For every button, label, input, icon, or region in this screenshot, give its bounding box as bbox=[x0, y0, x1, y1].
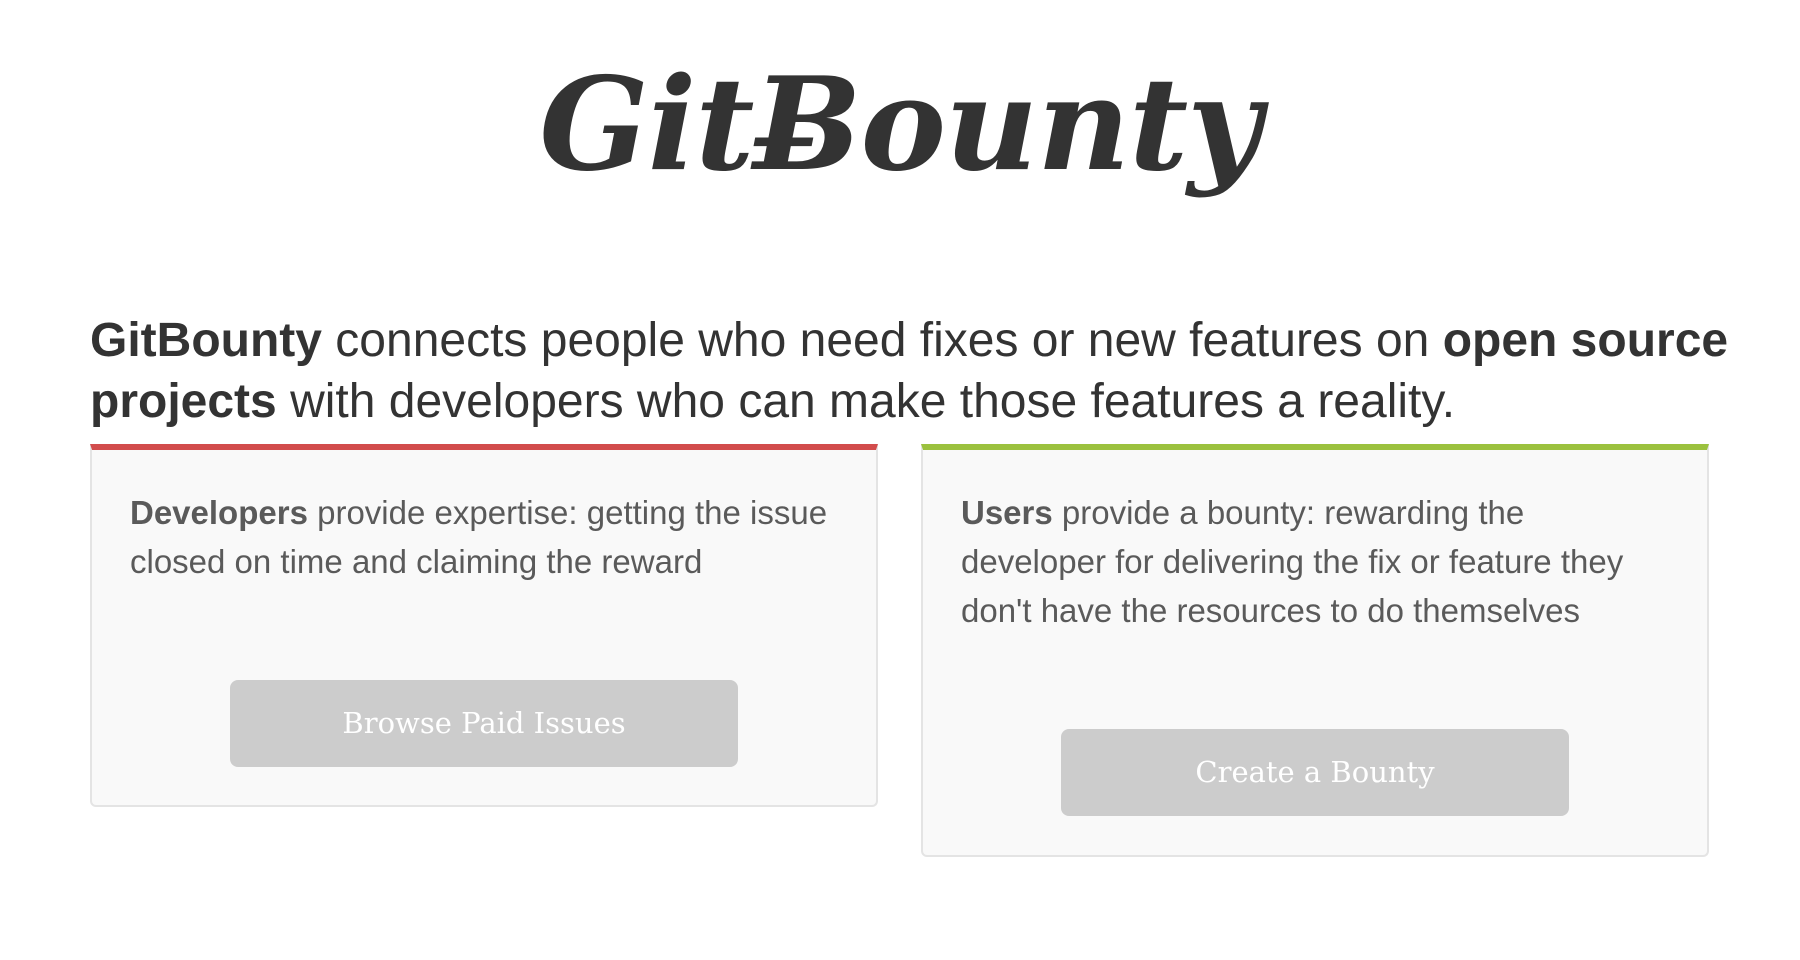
users-card: Users provide a bounty: rewarding the de… bbox=[921, 444, 1709, 857]
landing-page: GitɃounty GitBounty connects people who … bbox=[0, 0, 1800, 960]
users-card-description: provide a bounty: rewarding the develope… bbox=[961, 494, 1624, 629]
developers-card-title: Developers bbox=[130, 494, 308, 531]
users-card-text: Users provide a bounty: rewarding the de… bbox=[961, 488, 1671, 635]
browse-paid-issues-button[interactable]: Browse Paid Issues bbox=[230, 680, 738, 767]
intro-text-part-1: connects people who need fixes or new fe… bbox=[321, 314, 1443, 367]
intro-text-part-2: with developers who can make those featu… bbox=[276, 375, 1456, 428]
developers-card: Developers provide expertise: getting th… bbox=[90, 444, 878, 807]
developers-card-text: Developers provide expertise: getting th… bbox=[130, 488, 840, 586]
intro-paragraph: GitBounty connects people who need fixes… bbox=[90, 310, 1730, 432]
gitbounty-logo: GitɃounty bbox=[539, 50, 1261, 200]
intro-brand: GitBounty bbox=[90, 314, 322, 367]
create-bounty-button[interactable]: Create a Bounty bbox=[1061, 729, 1569, 816]
users-card-title: Users bbox=[961, 494, 1053, 531]
